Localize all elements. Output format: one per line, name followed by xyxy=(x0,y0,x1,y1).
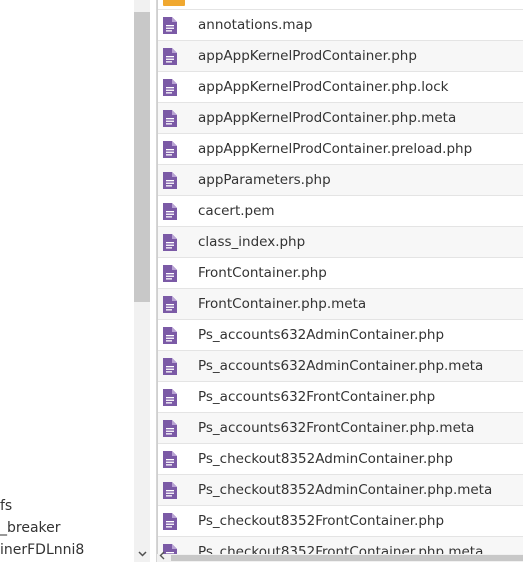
file-name: class_index.php xyxy=(198,234,306,250)
file-name: appAppKernelProdContainer.php xyxy=(198,48,417,64)
file-row[interactable]: Ps_accounts632AdminContainer.php.meta xyxy=(158,351,523,382)
file-name: FrontContainer.php xyxy=(198,265,327,281)
file-row[interactable]: Ps_accounts632AdminContainer.php xyxy=(158,320,523,351)
file-name: Ps_checkout8352FrontContainer.php xyxy=(198,513,445,529)
chevron-down-icon[interactable] xyxy=(134,546,150,562)
file-name: Ps_checkout8352AdminContainer.php xyxy=(198,451,453,467)
file-name: cacert.pem xyxy=(198,203,275,219)
file-list: annotations.map appAppKernelProdContainer… xyxy=(157,0,523,554)
file-row[interactable]: Ps_accounts632FrontContainer.php xyxy=(158,382,523,413)
file-name: Ps_accounts632FrontContainer.php.meta xyxy=(198,420,475,436)
tree-item[interactable]: fs xyxy=(0,497,12,515)
document-icon xyxy=(163,420,177,437)
document-icon xyxy=(163,48,177,65)
file-row[interactable]: FrontContainer.php xyxy=(158,258,523,289)
file-row[interactable]: appParameters.php xyxy=(158,165,523,196)
document-icon xyxy=(163,513,177,530)
horizontal-scrollbar[interactable] xyxy=(157,551,523,562)
file-row[interactable]: Ps_accounts632FrontContainer.php.meta xyxy=(158,413,523,444)
file-row[interactable]: Ps_checkout8352FrontContainer.php.meta xyxy=(158,537,523,554)
file-row[interactable]: appAppKernelProdContainer.preload.php xyxy=(158,134,523,165)
pane-splitter[interactable] xyxy=(150,0,157,562)
tree-item[interactable]: inerFDLnni8 xyxy=(0,541,84,559)
document-icon xyxy=(163,17,177,34)
file-name: Ps_accounts632AdminContainer.php xyxy=(198,327,445,343)
file-row[interactable]: appAppKernelProdContainer.php xyxy=(158,41,523,72)
document-icon xyxy=(163,203,177,220)
chevron-left-icon[interactable] xyxy=(159,551,165,562)
file-row[interactable]: annotations.map xyxy=(158,10,523,41)
file-row[interactable]: appAppKernelProdContainer.php.meta xyxy=(158,103,523,134)
file-name: appParameters.php xyxy=(198,172,331,188)
file-name: Ps_checkout8352FrontContainer.php.meta xyxy=(198,544,484,554)
document-icon xyxy=(163,327,177,344)
folder-tree-pane: fs _breaker inerFDLnni8 xyxy=(0,0,150,562)
document-icon xyxy=(163,79,177,96)
file-name: appAppKernelProdContainer.php.meta xyxy=(198,110,457,126)
document-icon xyxy=(163,234,177,251)
horizontal-scrollbar-thumb[interactable] xyxy=(171,555,523,561)
tree-item[interactable]: _breaker xyxy=(0,519,61,537)
file-name: annotations.map xyxy=(198,17,313,33)
document-icon xyxy=(163,451,177,468)
file-row[interactable]: appAppKernelProdContainer.php.lock xyxy=(158,72,523,103)
document-icon xyxy=(163,296,177,313)
document-icon xyxy=(163,544,177,554)
folder-icon xyxy=(163,0,185,8)
file-row[interactable]: class_index.php xyxy=(158,227,523,258)
document-icon xyxy=(163,482,177,499)
file-row[interactable]: Ps_checkout8352AdminContainer.php.meta xyxy=(158,475,523,506)
file-name: Ps_checkout8352AdminContainer.php.meta xyxy=(198,482,493,498)
document-icon xyxy=(163,389,177,406)
document-icon xyxy=(163,110,177,127)
file-name: appAppKernelProdContainer.preload.php xyxy=(198,141,473,157)
file-name: FrontContainer.php.meta xyxy=(198,296,367,312)
file-name: appAppKernelProdContainer.php.lock xyxy=(198,79,449,95)
folder-row[interactable] xyxy=(158,0,523,10)
file-name: Ps_accounts632FrontContainer.php xyxy=(198,389,436,405)
file-row[interactable]: FrontContainer.php.meta xyxy=(158,289,523,320)
file-name: Ps_accounts632AdminContainer.php.meta xyxy=(198,358,484,374)
tree-scrollbar-thumb[interactable] xyxy=(134,12,150,302)
file-row[interactable]: cacert.pem xyxy=(158,196,523,227)
document-icon xyxy=(163,265,177,282)
document-icon xyxy=(163,141,177,158)
document-icon xyxy=(163,358,177,375)
file-row[interactable]: Ps_checkout8352FrontContainer.php xyxy=(158,506,523,537)
document-icon xyxy=(163,172,177,189)
file-row[interactable]: Ps_checkout8352AdminContainer.php xyxy=(158,444,523,475)
